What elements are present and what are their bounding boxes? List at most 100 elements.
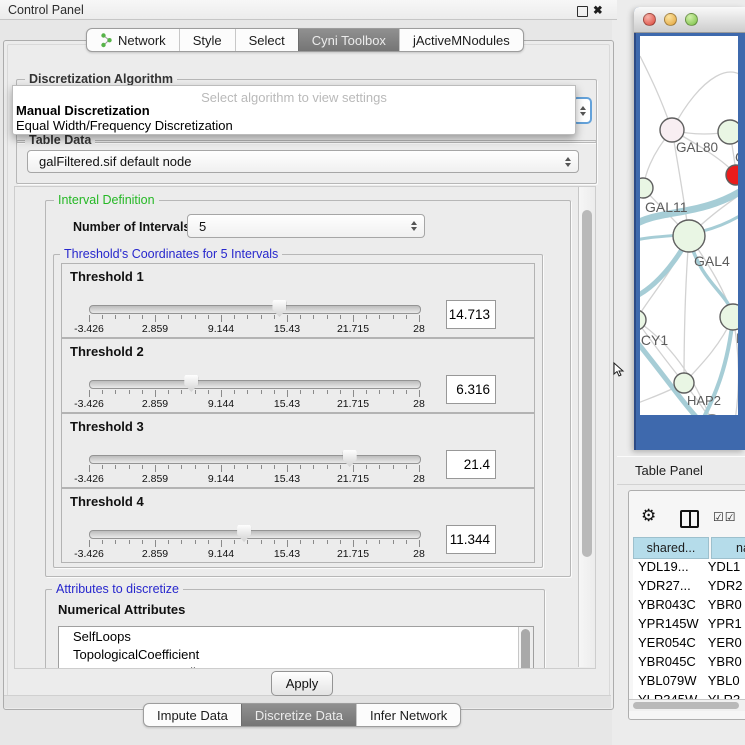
zoom-traffic-light-icon[interactable] — [685, 13, 698, 26]
slider-tick — [208, 540, 209, 544]
gear-icon[interactable]: ⚙ — [641, 507, 656, 524]
close-traffic-light-icon[interactable] — [643, 13, 656, 26]
tab-network[interactable]: Network — [87, 29, 179, 51]
cell-name[interactable]: YER0 — [708, 635, 745, 654]
table-data-combobox[interactable]: galFiltered.sif default node — [27, 150, 579, 173]
tab-impute-data[interactable]: Impute Data — [144, 704, 241, 726]
cell-shared-name[interactable]: YLR345W — [633, 692, 708, 699]
float-window-icon[interactable] — [577, 6, 588, 17]
tab-style[interactable]: Style — [179, 29, 235, 51]
cell-shared-name[interactable]: YBL079W — [633, 673, 708, 692]
cell-shared-name[interactable]: YPR145W — [633, 616, 708, 635]
attributes-list-scrollbar[interactable] — [518, 627, 533, 669]
table-row[interactable]: YER054CYER0 — [633, 635, 745, 654]
column-checkboxes[interactable]: ☑ ☑ — [713, 511, 736, 523]
table-row[interactable]: YPR145WYPR1 — [633, 616, 745, 635]
slider-tick-label: 9.144 — [191, 473, 251, 485]
cell-name[interactable]: YPR1 — [708, 616, 745, 635]
table-horizontal-scrollbar[interactable] — [629, 699, 745, 711]
slider-tick-label: 15.43 — [257, 323, 317, 335]
cell-shared-name[interactable]: YER054C — [633, 635, 708, 654]
network-node-gal80[interactable] — [660, 118, 684, 142]
slider-tick — [419, 540, 420, 547]
cell-shared-name[interactable]: YDR27... — [633, 578, 708, 597]
tab-cyni-toolbox[interactable]: Cyni Toolbox — [298, 29, 399, 51]
attribute-list-item[interactable]: BetweennessCentrality — [59, 663, 533, 669]
table-row[interactable]: YBR045CYBR0 — [633, 654, 745, 673]
slider-tick — [287, 465, 288, 472]
cell-name[interactable]: YDL1 — [708, 559, 745, 578]
slider-tick-label: 21.715 — [323, 548, 383, 560]
attributes-list-scroll-thumb[interactable] — [521, 629, 530, 669]
threshold-3-value-field[interactable] — [446, 450, 496, 479]
threshold-1-value-field[interactable] — [446, 300, 496, 329]
threshold-3-slider-track[interactable] — [89, 455, 421, 464]
slider-tick — [313, 315, 314, 319]
tab-select[interactable]: Select — [235, 29, 298, 51]
settings-scroll-thumb[interactable] — [582, 210, 592, 557]
network-node-gal11[interactable] — [640, 178, 653, 198]
split-columns-icon[interactable] — [680, 510, 699, 528]
cell-name[interactable]: YDR2 — [708, 578, 745, 597]
slider-tick — [129, 315, 130, 319]
network-node-hap2[interactable] — [674, 373, 694, 393]
close-icon[interactable]: ✖ — [593, 3, 603, 17]
cell-name[interactable]: YBR0 — [708, 597, 745, 616]
slider-tick — [261, 540, 262, 544]
network-node-gal4[interactable] — [673, 220, 705, 252]
attribute-list-item[interactable]: SelfLoops — [59, 627, 533, 645]
popup-item-equal-width-frequency[interactable]: Equal Width/Frequency Discretization — [16, 118, 233, 133]
stepper-down-icon — [580, 112, 586, 116]
checkbox-icon[interactable]: ☑ — [713, 511, 724, 523]
table-row[interactable]: YBR043CYBR0 — [633, 597, 745, 616]
table-row[interactable]: YDR27...YDR2 — [633, 578, 745, 597]
threshold-2-value-field[interactable] — [446, 375, 496, 404]
slider-tick — [115, 315, 116, 319]
threshold-2-slider-track[interactable] — [89, 380, 421, 389]
network-canvas[interactable]: GAL80GCGAL11GAL4GCY1HHAP2 — [640, 36, 738, 415]
checkbox-icon[interactable]: ☑ — [725, 511, 736, 523]
settings-scrollbar[interactable] — [578, 187, 595, 667]
cell-shared-name[interactable]: YDL19... — [633, 559, 708, 578]
cell-name[interactable]: YBL0 — [708, 673, 745, 692]
tab-infer-network[interactable]: Infer Network — [356, 704, 460, 726]
control-panel-titlebar: Control Panel ✖ — [0, 0, 617, 20]
threshold-4-slider-track[interactable] — [89, 530, 421, 539]
network-node-g[interactable] — [718, 120, 738, 144]
cell-name[interactable]: YLR3 — [708, 692, 745, 699]
slider-tick — [195, 315, 196, 319]
attribute-list-item[interactable]: TopologicalCoefficient — [59, 645, 533, 663]
slider-tick — [129, 465, 130, 469]
threshold-4-value-field[interactable] — [446, 525, 496, 554]
table-row[interactable]: YBL079WYBL0 — [633, 673, 745, 692]
slider-tick — [208, 390, 209, 394]
table-row[interactable]: YDL19...YDL1 — [633, 559, 745, 578]
threshold-1-slider-track[interactable] — [89, 305, 421, 314]
network-node-c[interactable] — [726, 165, 738, 185]
number-of-intervals-combobox[interactable]: 5 — [187, 214, 425, 238]
cell-name[interactable]: YBR0 — [708, 654, 745, 673]
slider-tick — [300, 390, 301, 394]
attributes-group: Attributes to discretize Numerical Attri… — [45, 589, 545, 669]
table-row[interactable]: YLR345WYLR3 — [633, 692, 745, 699]
minimize-traffic-light-icon[interactable] — [664, 13, 677, 26]
column-header-shared-name[interactable]: shared... — [633, 537, 709, 559]
cell-shared-name[interactable]: YBR043C — [633, 597, 708, 616]
apply-button[interactable]: Apply — [271, 671, 333, 696]
column-header-name[interactable]: na — [711, 537, 745, 559]
network-node-h[interactable] — [720, 304, 738, 330]
slider-tick — [327, 465, 328, 469]
slider-tick — [181, 390, 182, 394]
slider-tick — [129, 390, 130, 394]
network-window-titlebar[interactable] — [634, 7, 745, 33]
popup-item-manual-discretization[interactable]: Manual Discretization — [16, 103, 150, 118]
network-view-window[interactable]: GAL80GCGAL11GAL4GCY1HHAP2 — [634, 7, 745, 450]
slider-tick — [234, 465, 235, 469]
slider-tick — [406, 315, 407, 319]
table-hscroll-thumb[interactable] — [633, 702, 739, 709]
cell-shared-name[interactable]: YBR045C — [633, 654, 708, 673]
tab-jactivemnodules[interactable]: jActiveMNodules — [399, 29, 523, 51]
tab-discretize-data[interactable]: Discretize Data — [241, 704, 356, 726]
slider-tick — [247, 315, 248, 319]
numerical-attributes-list[interactable]: SelfLoopsTopologicalCoefficientBetweenne… — [58, 626, 534, 669]
